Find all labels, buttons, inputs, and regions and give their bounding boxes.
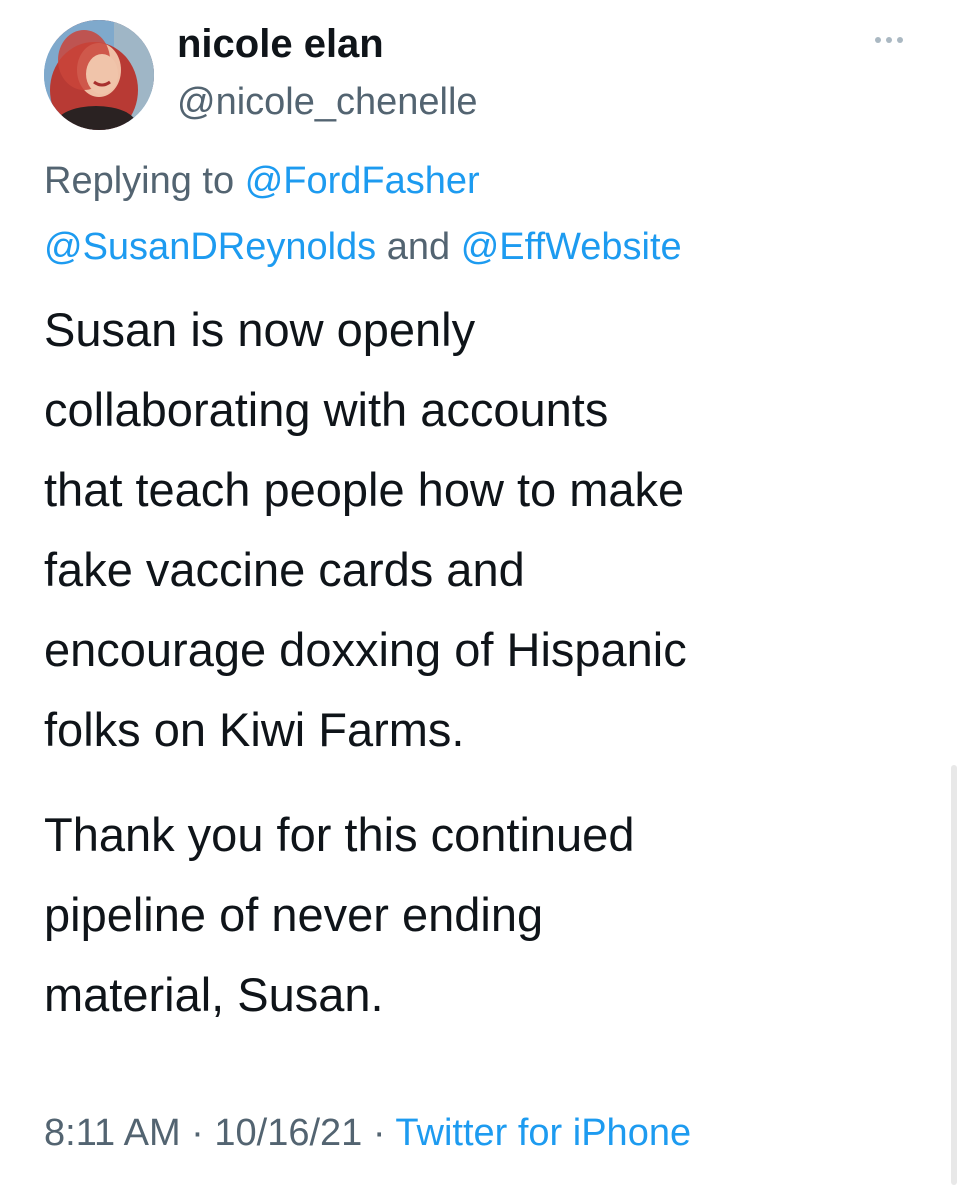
tweet-line: folks on Kiwi Farms. (44, 703, 465, 756)
tweet-line: pipeline of never ending (44, 888, 544, 941)
tweet-text: Susan is now openly collaborating with a… (44, 290, 934, 1035)
tweet-line: fake vaccine cards and (44, 543, 525, 596)
tweet-line: Thank you for this continued (44, 808, 635, 861)
more-horizontal-icon[interactable] (875, 34, 909, 46)
tweet-time[interactable]: 8:11 AM (44, 1112, 181, 1154)
tweet-line: material, Susan. (44, 968, 384, 1021)
mention-fordfasher[interactable]: @FordFasher (245, 160, 480, 202)
tweet-paragraph-1: Susan is now openly collaborating with a… (44, 290, 934, 770)
more-dot (886, 37, 892, 43)
avatar-image (44, 20, 154, 130)
replying-to-label: Replying to (44, 160, 235, 202)
replying-to-conjunction: and (386, 226, 451, 268)
tweet-date[interactable]: 10/16/21 (214, 1112, 362, 1154)
scrollbar[interactable] (951, 765, 957, 1185)
tweet-source-link[interactable]: Twitter for iPhone (395, 1112, 691, 1154)
display-name[interactable]: nicole elan (177, 20, 384, 68)
tweet-paragraph-2: Thank you for this continued pipeline of… (44, 795, 934, 1035)
replying-to: Replying to @FordFasher @SusanDReynolds … (44, 148, 924, 280)
meta-separator: · (191, 1112, 204, 1154)
tweet-line: that teach people how to make (44, 463, 685, 516)
more-dot (897, 37, 903, 43)
tweet: nicole elan @nicole_chenelle Replying to… (0, 0, 961, 1200)
user-handle[interactable]: @nicole_chenelle (177, 78, 478, 126)
tweet-line: Susan is now openly (44, 303, 476, 356)
more-dot (875, 37, 881, 43)
meta-separator: · (372, 1112, 386, 1154)
tweet-metadata: 8:11 AM · 10/16/21 · Twitter for iPhone (44, 1105, 691, 1161)
tweet-line: collaborating with accounts (44, 383, 609, 436)
mention-effwebsite[interactable]: @EffWebsite (461, 226, 682, 268)
tweet-line: encourage doxxing of Hispanic (44, 623, 687, 676)
avatar[interactable] (44, 20, 154, 130)
mention-susandreynolds[interactable]: @SusanDReynolds (44, 226, 376, 268)
